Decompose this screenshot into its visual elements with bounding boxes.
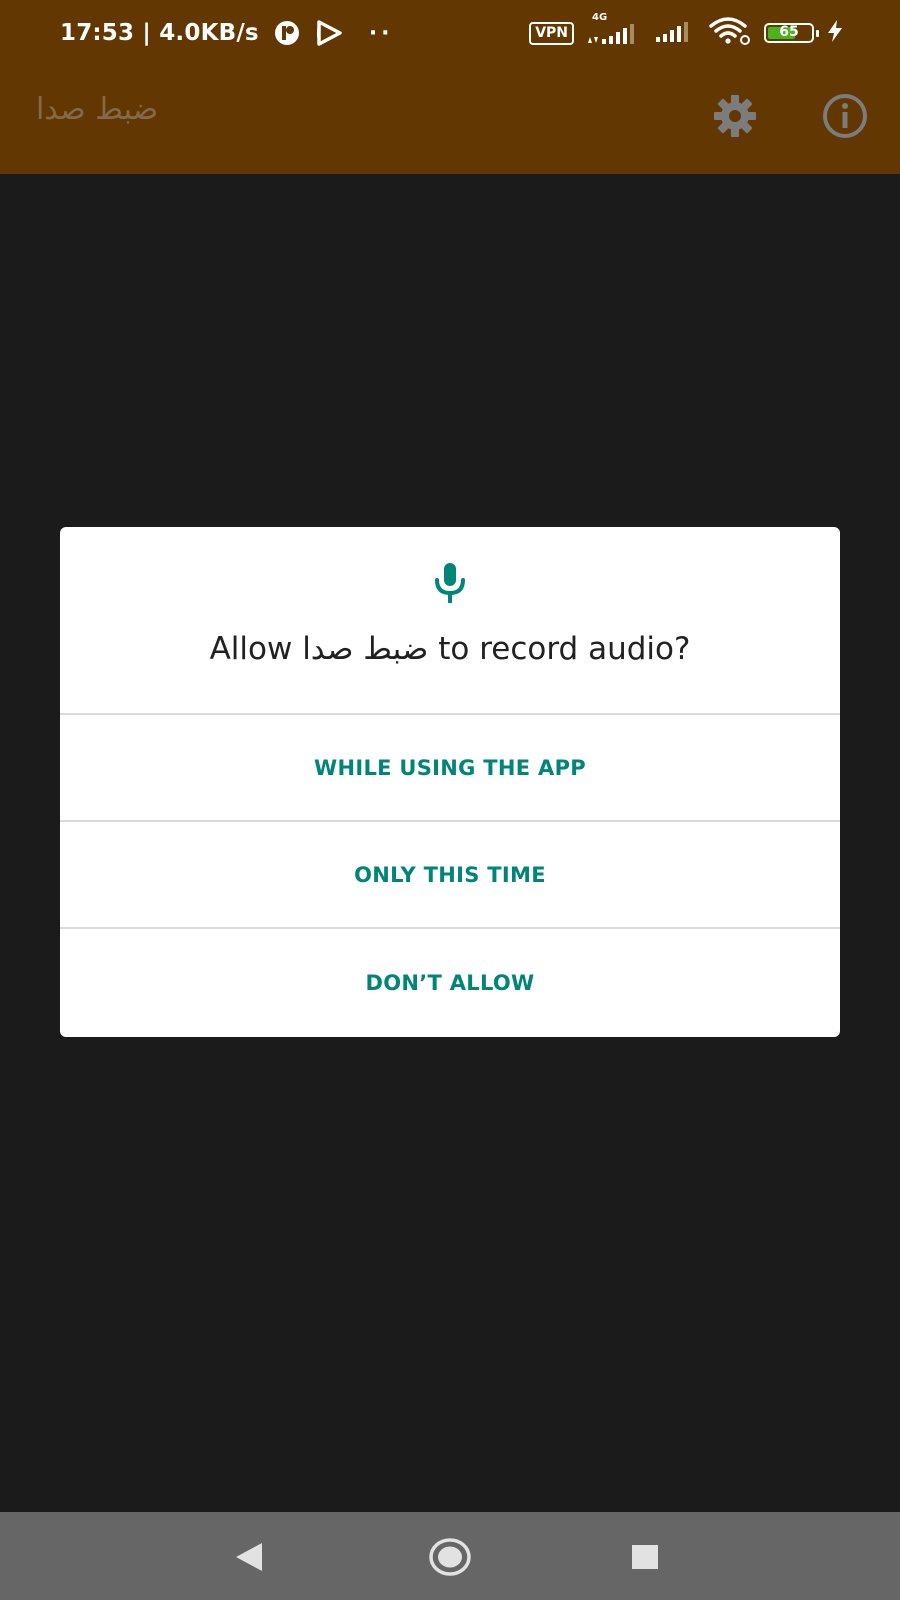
notification-app-icon	[273, 19, 301, 47]
while-using-app-button[interactable]: WHILE USING THE APP	[60, 715, 840, 822]
status-more-dots: ··	[368, 20, 394, 46]
screen: 17:53 | 4.0KB/s ·· VPN 4G 65 ضبط صدا All…	[0, 0, 900, 1600]
info-icon	[823, 94, 867, 138]
status-left-group: 17:53 | 4.0KB/s ··	[60, 16, 394, 50]
network-type-label: 4G	[592, 12, 608, 23]
status-bar: 17:53 | 4.0KB/s ·· VPN 4G 65	[0, 0, 900, 66]
microphone-icon	[435, 563, 465, 603]
back-icon	[236, 1543, 262, 1571]
home-button[interactable]	[427, 1534, 473, 1580]
battery-level: 65	[779, 24, 799, 40]
battery-icon: 65	[764, 23, 819, 43]
status-right-group: VPN 4G 65	[529, 12, 844, 52]
only-this-time-button[interactable]: ONLY THIS TIME	[60, 822, 840, 929]
settings-button[interactable]	[709, 90, 761, 142]
charging-icon	[826, 19, 844, 48]
status-time-speed: 17:53 | 4.0KB/s	[60, 20, 259, 46]
app-title: ضبط صدا	[36, 92, 159, 127]
app-bar: ضبط صدا	[0, 66, 900, 174]
navigation-bar	[0, 1512, 900, 1600]
dialog-header: Allow ضبط صدا to record audio?	[60, 527, 840, 715]
signal-icon	[654, 19, 696, 48]
dialog-title: Allow ضبط صدا to record audio?	[209, 631, 691, 667]
vpn-badge: VPN	[529, 21, 574, 45]
wifi-icon	[708, 16, 752, 51]
recents-icon	[632, 1545, 658, 1569]
battery-nub	[816, 30, 819, 37]
dont-allow-button[interactable]: DON’T ALLOW	[60, 929, 840, 1036]
permission-dialog: Allow ضبط صدا to record audio? WHILE USI…	[60, 527, 840, 1037]
info-button[interactable]	[819, 90, 871, 142]
signal-4g-icon: 4G	[586, 12, 642, 45]
play-icon	[315, 19, 343, 47]
settings-icon	[714, 95, 756, 137]
home-icon	[429, 1538, 471, 1576]
back-button[interactable]	[226, 1534, 272, 1580]
recents-button[interactable]	[622, 1534, 668, 1580]
